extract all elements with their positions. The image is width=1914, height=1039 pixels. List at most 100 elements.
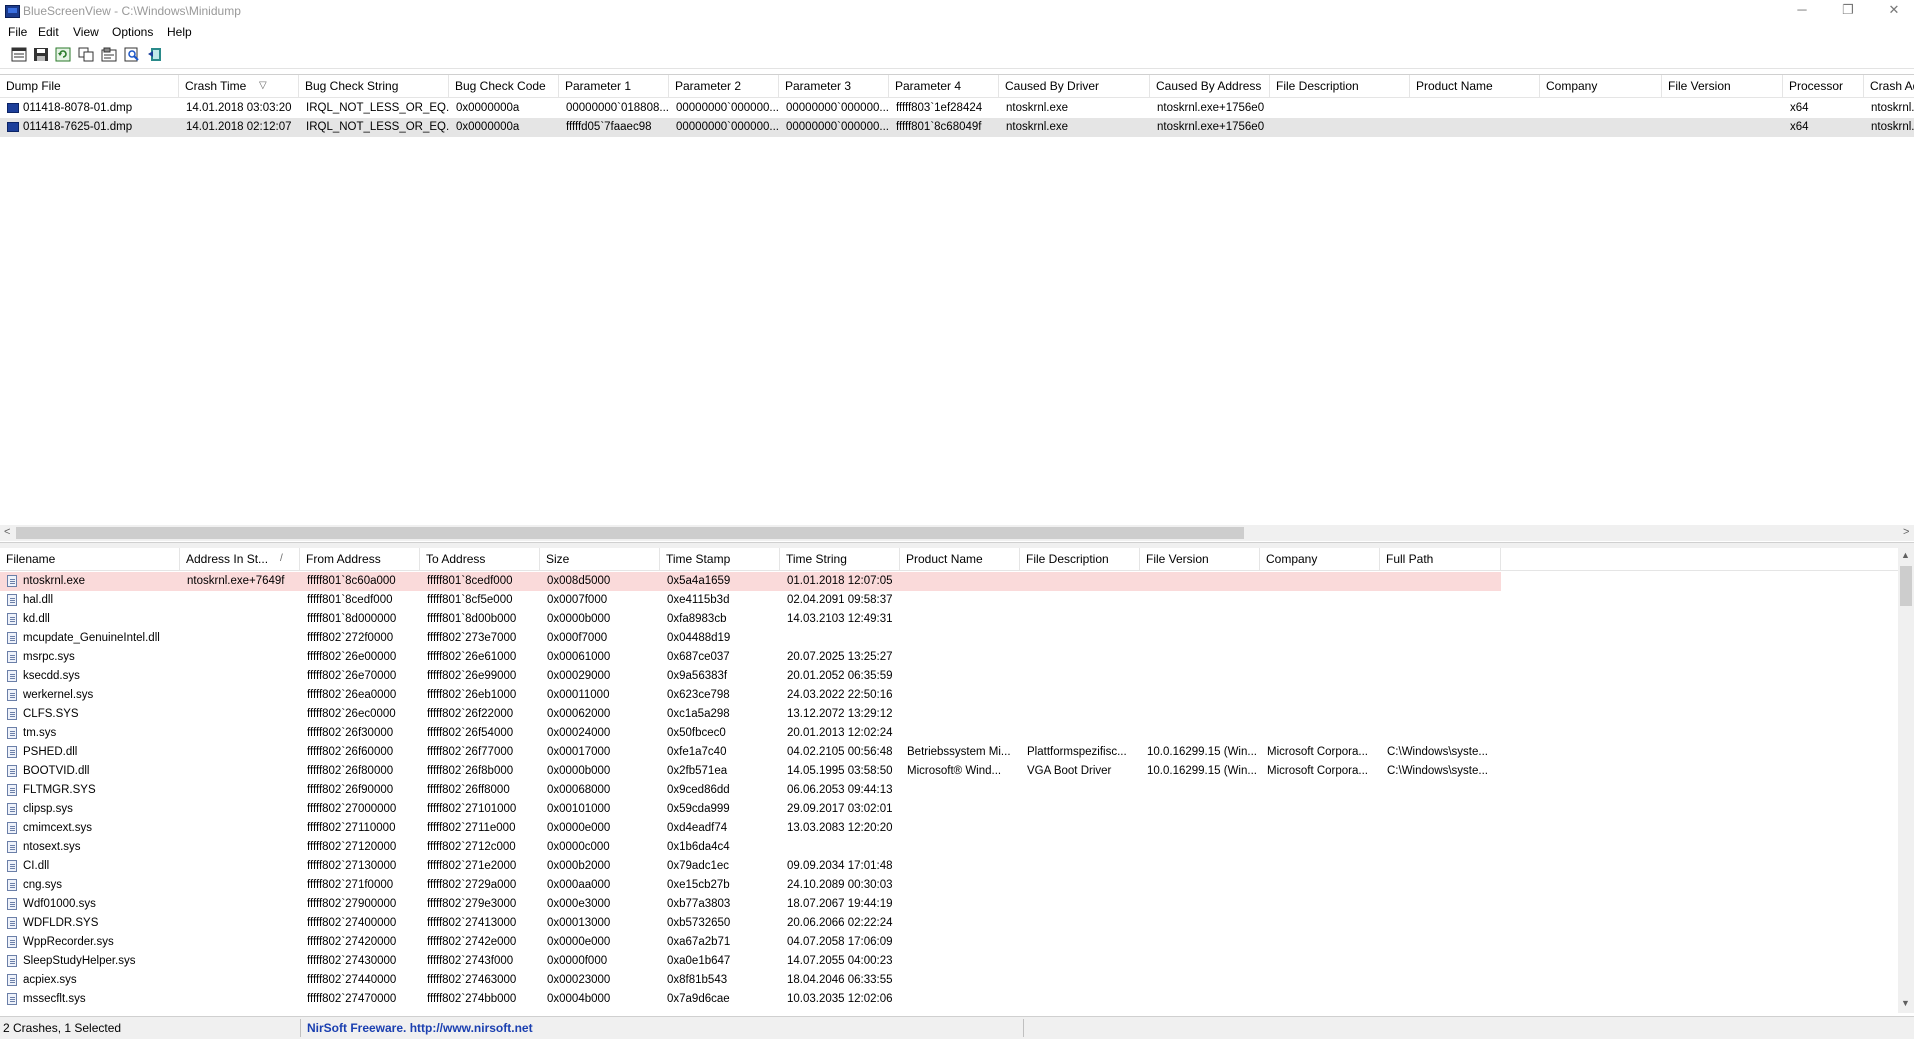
vertical-scroll-thumb[interactable] — [1900, 566, 1912, 606]
horizontal-scroll-thumb[interactable] — [16, 527, 1244, 539]
driver-row[interactable]: acpiex.sys fffff802`27440000 fffff802`2746… — [0, 971, 1501, 990]
driver-row[interactable]: hal.dll fffff801`8cedf000 fffff801`8cf5e00… — [0, 591, 1501, 610]
column-header-bug-check-string[interactable]: Bug Check String — [299, 75, 449, 97]
driver-row[interactable]: BOOTVID.dll fffff802`26f80000 fffff802`26f… — [0, 762, 1501, 781]
column-header-file-description[interactable]: File Description — [1020, 548, 1140, 570]
cell-product-name — [901, 781, 1020, 800]
cell-filename: cng.sys — [23, 879, 62, 891]
driver-file-icon — [7, 936, 17, 948]
menu-file[interactable]: File — [8, 25, 27, 39]
column-header-file-version[interactable]: File Version — [1140, 548, 1260, 570]
menu-edit[interactable]: Edit — [38, 25, 59, 39]
menu-view[interactable]: View — [73, 25, 99, 39]
find-icon[interactable] — [124, 47, 140, 62]
cell-time-stamp: 0xc1a5a298 — [667, 708, 730, 720]
driver-row[interactable]: SleepStudyHelper.sys fffff802`27430000 fff… — [0, 952, 1501, 971]
column-header-file-description[interactable]: File Description — [1270, 75, 1410, 97]
driver-row[interactable]: FLTMGR.SYS fffff802`26f90000 fffff802`26ff… — [0, 781, 1501, 800]
driver-row[interactable]: WDFLDR.SYS fffff802`27400000 fffff802`2741… — [0, 914, 1501, 933]
cell-from-address: fffff801`8cedf000 — [307, 594, 393, 606]
minimize-button[interactable]: ─ — [1779, 0, 1825, 22]
restore-button[interactable]: ❐ — [1825, 0, 1871, 22]
scroll-right-icon[interactable]: > — [1903, 526, 1909, 538]
column-header-caused-by-address[interactable]: Caused By Address — [1150, 75, 1270, 97]
copy-icon[interactable] — [78, 47, 94, 62]
driver-row[interactable]: CLFS.SYS fffff802`26ec0000 fffff802`26f220… — [0, 705, 1501, 724]
cell-company — [1261, 800, 1380, 819]
driver-file-icon — [7, 575, 17, 587]
driver-row[interactable]: ksecdd.sys fffff802`26e70000 fffff802`26e9… — [0, 667, 1501, 686]
horizontal-scrollbar[interactable]: < > — [0, 525, 1914, 541]
column-header-crash-address[interactable]: Crash Ad — [1864, 75, 1914, 97]
column-header-product-name[interactable]: Product Name — [1410, 75, 1540, 97]
scroll-left-icon[interactable]: < — [4, 526, 10, 538]
driver-file-icon — [7, 803, 17, 815]
cell-product-name — [901, 876, 1020, 895]
driver-row[interactable]: mssecflt.sys fffff802`27470000 fffff802`27… — [0, 990, 1501, 1009]
refresh-icon[interactable] — [55, 47, 71, 62]
cell-to-address: fffff802`26eb1000 — [427, 689, 517, 701]
column-header-crash-time[interactable]: Crash Time ▽ — [179, 75, 299, 97]
cell-time-stamp: 0xa67a2b71 — [667, 936, 731, 948]
driver-row[interactable]: ntoskrnl.exe ntoskrnl.exe+7649f fffff801`8… — [0, 572, 1501, 591]
column-header-size[interactable]: Size — [540, 548, 660, 570]
driver-file-icon — [7, 993, 17, 1005]
driver-row[interactable]: tm.sys fffff802`26f30000 fffff802`26f54000… — [0, 724, 1501, 743]
cell-product-name — [901, 610, 1020, 629]
crash-list[interactable]: Dump File Crash Time ▽ Bug Check String B… — [0, 74, 1914, 528]
driver-row[interactable]: Wdf01000.sys fffff802`27900000 fffff802`27… — [0, 895, 1501, 914]
cell-parameter-4: fffff803`1ef28424 — [896, 102, 983, 114]
close-button[interactable]: ✕ — [1871, 0, 1914, 22]
cell-from-address: fffff802`272f0000 — [307, 632, 394, 644]
nirsoft-link[interactable]: NirSoft Freeware. http://www.nirsoft.net — [307, 1021, 533, 1035]
advanced-options-icon[interactable] — [101, 47, 117, 62]
column-header-to-address[interactable]: To Address — [420, 548, 540, 570]
column-header-parameter-3[interactable]: Parameter 3 — [779, 75, 889, 97]
driver-row[interactable]: kd.dll fffff801`8d000000 fffff801`8d00b000… — [0, 610, 1501, 629]
crash-row-selected[interactable]: 011418-7625-01.dmp 14.01.2018 02:12:07 I… — [0, 118, 1914, 137]
scroll-down-icon[interactable]: ▼ — [1901, 998, 1910, 1008]
column-header-from-address[interactable]: From Address — [300, 548, 420, 570]
menu-help[interactable]: Help — [167, 25, 192, 39]
column-header-address-in-stack[interactable]: Address In St... / — [180, 548, 300, 570]
column-header-bug-check-code[interactable]: Bug Check Code — [449, 75, 559, 97]
column-header-caused-by-driver[interactable]: Caused By Driver — [999, 75, 1150, 97]
driver-list[interactable]: Filename Address In St... / From Address … — [0, 548, 1898, 1013]
save-icon[interactable] — [33, 47, 49, 62]
driver-row[interactable]: msrpc.sys fffff802`26e00000 fffff802`26e61… — [0, 648, 1501, 667]
column-header-parameter-4[interactable]: Parameter 4 — [889, 75, 999, 97]
vertical-scrollbar[interactable]: ▲ ▼ — [1898, 548, 1914, 1013]
driver-row[interactable]: WppRecorder.sys fffff802`27420000 fffff802… — [0, 933, 1501, 952]
exit-icon[interactable] — [147, 47, 163, 62]
cell-address-in-stack — [181, 629, 300, 648]
driver-row[interactable]: mcupdate_GenuineIntel.dll fffff802`272f00… — [0, 629, 1501, 648]
column-header-product-name[interactable]: Product Name — [900, 548, 1020, 570]
column-header-time-stamp[interactable]: Time Stamp — [660, 548, 780, 570]
column-header-company[interactable]: Company — [1260, 548, 1380, 570]
scroll-up-icon[interactable]: ▲ — [1901, 550, 1910, 560]
column-header-full-path[interactable]: Full Path — [1380, 548, 1501, 570]
cell-time-string: 14.03.2103 12:49:31 — [787, 613, 893, 625]
column-header-company[interactable]: Company — [1540, 75, 1662, 97]
driver-row[interactable]: werkernel.sys fffff802`26ea0000 fffff802`2… — [0, 686, 1501, 705]
driver-row[interactable]: PSHED.dll fffff802`26f60000 fffff802`26f77… — [0, 743, 1501, 762]
column-header-parameter-2[interactable]: Parameter 2 — [669, 75, 779, 97]
column-header-dump-file[interactable]: Dump File — [0, 75, 179, 97]
column-header-parameter-1[interactable]: Parameter 1 — [559, 75, 669, 97]
cell-file-version — [1141, 800, 1260, 819]
driver-row[interactable]: CI.dll fffff802`27130000 fffff802`271e2000… — [0, 857, 1501, 876]
cell-crash-address: ntoskrnl. — [1871, 102, 1914, 114]
crash-row[interactable]: 011418-8078-01.dmp 14.01.2018 03:03:20 I… — [0, 99, 1914, 118]
menu-options[interactable]: Options — [112, 25, 153, 39]
driver-row[interactable]: cmimcext.sys fffff802`27110000 fffff802`27… — [0, 819, 1501, 838]
properties-icon[interactable] — [11, 47, 27, 62]
driver-row[interactable]: clipsp.sys fffff802`27000000 fffff802`2710… — [0, 800, 1501, 819]
cell-to-address: fffff802`27463000 — [427, 974, 517, 986]
driver-row[interactable]: cng.sys fffff802`271f0000 fffff802`2729a00… — [0, 876, 1501, 895]
column-header-file-version[interactable]: File Version — [1662, 75, 1783, 97]
column-header-filename[interactable]: Filename — [0, 548, 180, 570]
cell-caused-by-address: ntoskrnl.exe+1756e0 — [1157, 102, 1265, 114]
column-header-time-string[interactable]: Time String — [780, 548, 900, 570]
column-header-processor[interactable]: Processor — [1783, 75, 1864, 97]
driver-row[interactable]: ntosext.sys fffff802`27120000 fffff802`271… — [0, 838, 1501, 857]
